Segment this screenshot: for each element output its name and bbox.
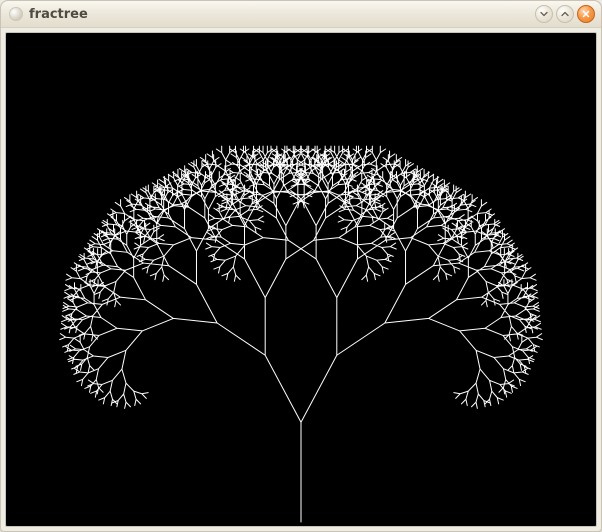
close-icon xyxy=(581,9,591,19)
app-window: fractree xyxy=(0,0,602,532)
minimize-button[interactable] xyxy=(535,5,553,23)
chevron-down-icon xyxy=(539,9,549,19)
content-frame xyxy=(5,32,597,527)
chevron-up-icon xyxy=(560,9,570,19)
close-button[interactable] xyxy=(577,5,595,23)
window-title: fractree xyxy=(29,7,88,22)
canvas xyxy=(6,33,596,526)
fractal-tree-drawing xyxy=(6,33,596,526)
maximize-button[interactable] xyxy=(556,5,574,23)
titlebar[interactable]: fractree xyxy=(1,1,601,28)
app-icon xyxy=(9,7,23,21)
